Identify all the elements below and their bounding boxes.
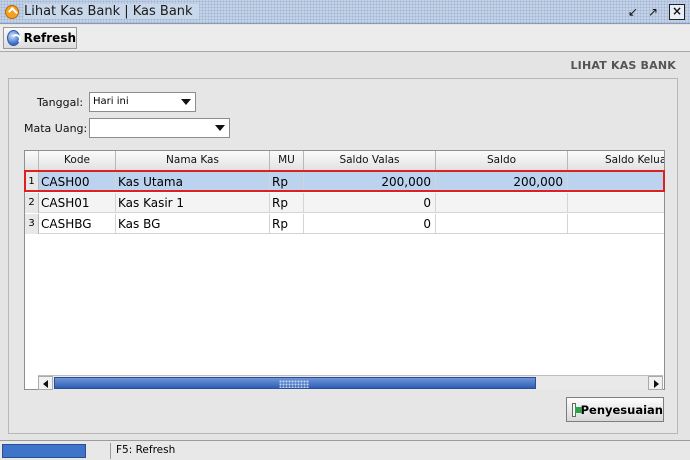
- penyesuaian-button[interactable]: Penyesuaian: [566, 397, 664, 422]
- horizontal-scrollbar[interactable]: [38, 375, 663, 390]
- cell-nama-kas[interactable]: Kas Kasir 1: [116, 193, 270, 213]
- row-number: 2: [25, 193, 39, 213]
- row-number: 3: [25, 214, 39, 234]
- cell-nama-kas[interactable]: Kas BG: [116, 214, 270, 234]
- header-saldo-valas[interactable]: Saldo Valas: [304, 151, 436, 171]
- grip-icon: [279, 380, 309, 388]
- status-text: F5: Refresh: [116, 444, 176, 456]
- window-title: Lihat Kas Bank | Kas Bank: [24, 4, 199, 19]
- app-icon: [5, 5, 19, 19]
- cell-kode[interactable]: CASH00: [39, 172, 116, 192]
- cell-kode[interactable]: CASH01: [39, 193, 116, 213]
- adjustment-icon: [572, 402, 581, 417]
- status-bar: F5: Refresh: [0, 440, 690, 460]
- cell-saldo-valas[interactable]: 0: [304, 214, 436, 234]
- maximize-icon[interactable]: ↗: [645, 4, 661, 20]
- status-divider: [110, 443, 111, 459]
- cell-saldo-keluar[interactable]: [568, 172, 664, 192]
- table-row[interactable]: 3 CASHBG Kas BG Rp 0: [25, 214, 664, 234]
- title-bar: Lihat Kas Bank | Kas Bank ↙ ↗ ×: [0, 0, 690, 24]
- cell-saldo[interactable]: 200,000: [436, 172, 568, 192]
- page-heading: LIHAT KAS BANK: [570, 59, 676, 72]
- cell-mu[interactable]: Rp: [270, 214, 304, 234]
- tanggal-select[interactable]: Hari ini: [89, 92, 196, 112]
- status-progress-bar: [2, 444, 86, 458]
- scroll-right-icon[interactable]: [648, 376, 663, 390]
- header-saldo[interactable]: Saldo: [436, 151, 568, 171]
- table-row[interactable]: 2 CASH01 Kas Kasir 1 Rp 0: [25, 193, 664, 213]
- close-button[interactable]: ×: [669, 4, 685, 20]
- header-nama-kas[interactable]: Nama Kas: [116, 151, 270, 171]
- scroll-left-icon[interactable]: [38, 376, 53, 390]
- mata-uang-label: Mata Uang:: [24, 122, 88, 135]
- tanggal-value: Hari ini: [93, 96, 129, 107]
- toolbar: Refresh: [0, 25, 690, 52]
- table-row[interactable]: 1 CASH00 Kas Utama Rp 200,000 200,000: [25, 172, 664, 192]
- cell-mu[interactable]: Rp: [270, 172, 304, 192]
- cell-saldo[interactable]: [436, 193, 568, 213]
- header-kode[interactable]: Kode: [39, 151, 116, 171]
- header-saldo-keluar[interactable]: Saldo Keluar: [568, 151, 664, 171]
- mata-uang-select[interactable]: [89, 118, 230, 138]
- header-mu[interactable]: MU: [270, 151, 304, 171]
- cell-kode[interactable]: CASHBG: [39, 214, 116, 234]
- chevron-down-icon: [215, 125, 225, 131]
- table-header: Kode Nama Kas MU Saldo Valas Saldo Saldo…: [25, 151, 664, 171]
- cell-saldo-keluar[interactable]: [568, 193, 664, 213]
- refresh-button[interactable]: Refresh: [3, 27, 77, 49]
- refresh-icon: [7, 30, 21, 46]
- chevron-down-icon: [181, 99, 191, 105]
- header-rownum: [25, 151, 39, 171]
- cell-nama-kas[interactable]: Kas Utama: [116, 172, 270, 192]
- scrollbar-thumb[interactable]: [54, 377, 536, 389]
- cell-saldo-valas[interactable]: 0: [304, 193, 436, 213]
- cell-mu[interactable]: Rp: [270, 193, 304, 213]
- cell-saldo[interactable]: [436, 214, 568, 234]
- restore-icon[interactable]: ↙: [625, 4, 641, 20]
- kas-bank-table: Kode Nama Kas MU Saldo Valas Saldo Saldo…: [24, 150, 665, 390]
- tanggal-label: Tanggal:: [37, 96, 84, 109]
- row-number: 1: [25, 172, 39, 192]
- refresh-label: Refresh: [23, 31, 76, 45]
- cell-saldo-valas[interactable]: 200,000: [304, 172, 436, 192]
- cell-saldo-keluar[interactable]: [568, 214, 664, 234]
- penyesuaian-label: Penyesuaian: [580, 402, 663, 417]
